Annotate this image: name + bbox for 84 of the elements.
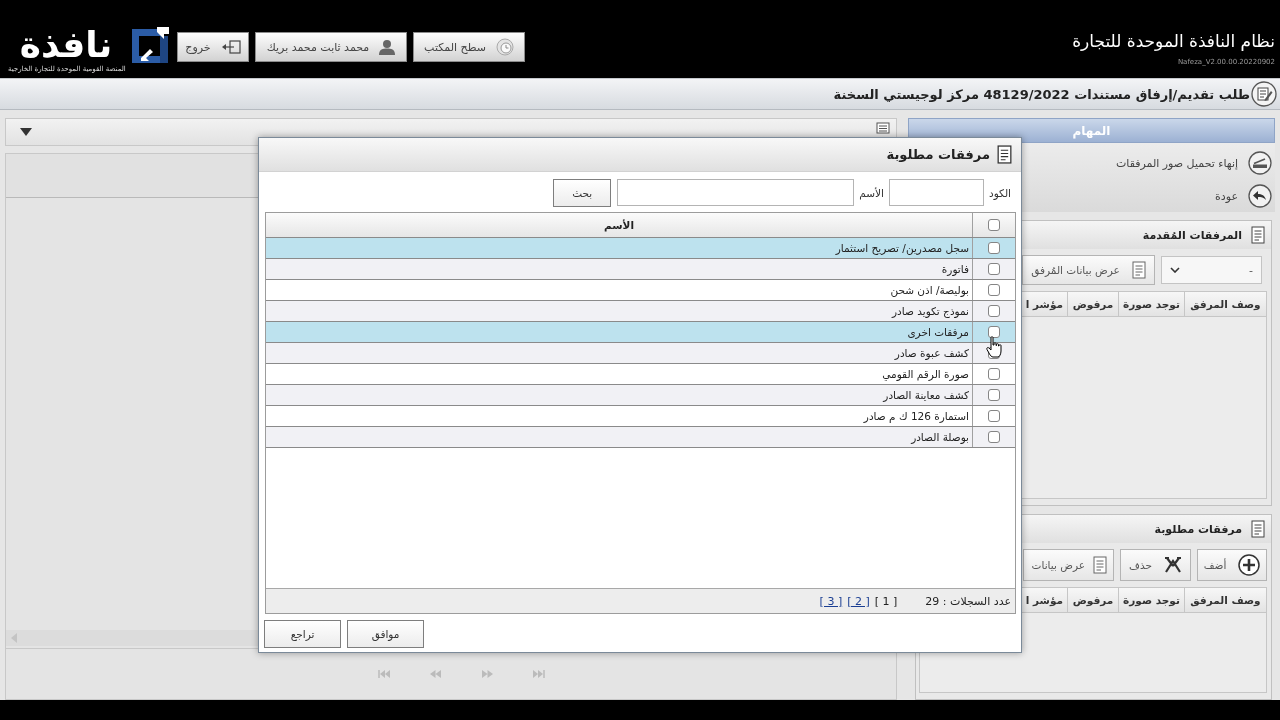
table-row[interactable]: بوصلة الصادر — [266, 427, 1015, 448]
desktop-button[interactable]: سطح المكتب — [413, 32, 525, 62]
checkbox[interactable] — [988, 410, 1000, 422]
back-link[interactable]: عودة — [1215, 184, 1272, 208]
user-silhouette-icon — [379, 39, 396, 55]
column-header: مرفوض — [1067, 291, 1118, 317]
document-icon — [1251, 226, 1265, 244]
column-header: مرفوض — [1067, 587, 1118, 613]
ok-button[interactable]: موافق — [347, 620, 424, 648]
table-row[interactable]: سجل مصدرين/ تصريح استثمار — [266, 238, 1015, 259]
system-title: نظام النافذة الموحدة للتجارة — [1072, 30, 1275, 52]
document-icon — [1251, 520, 1265, 538]
input-field[interactable] — [889, 179, 984, 206]
table-row[interactable]: استمارة 126 ك م صادر — [266, 406, 1015, 427]
column-header: مؤشر ا — [1021, 587, 1067, 613]
checkbox[interactable] — [988, 368, 1000, 380]
table-cell: استمارة 126 ك م صادر — [863, 410, 969, 422]
clock-icon — [495, 38, 514, 56]
input-field[interactable] — [617, 179, 855, 206]
hand-cursor-icon — [986, 336, 1002, 358]
view-details-button[interactable]: عرض بيانات المُرفق — [1022, 255, 1155, 285]
table-row[interactable]: نموذج تكويد صادر — [266, 301, 1015, 322]
checkbox[interactable] — [988, 389, 1000, 401]
table-cell: كشف عبوة صادر — [894, 347, 969, 359]
table-row[interactable]: مرفقات اخرى — [266, 322, 1015, 343]
user-button[interactable]: محمد ثابت محمد بريك — [255, 32, 407, 62]
logo-text: نافذة — [18, 25, 114, 65]
table-cell: كشف معاينة الصادر — [883, 389, 969, 401]
table-row[interactable]: كشف معاينة الصادر — [266, 385, 1015, 406]
document-icon — [876, 122, 890, 134]
section-title: مرفقات مطلوبة — [1154, 522, 1242, 536]
view-details-button[interactable]: عرض بيانات — [1023, 549, 1114, 581]
panel-title: المهام — [1072, 123, 1111, 138]
field-label: الكود — [989, 186, 1011, 199]
table-row[interactable]: فاتورة — [266, 259, 1015, 280]
column-header: مؤشر ا — [1021, 291, 1067, 317]
field-label: الأسم — [859, 186, 884, 199]
table-row[interactable]: بوليصة/ اذن شحن — [266, 280, 1015, 301]
table-cell: بوليصة/ اذن شحن — [890, 284, 969, 296]
checkbox[interactable] — [988, 242, 1000, 254]
column-header: وصف المرفق — [1184, 587, 1267, 613]
page-link[interactable]: [ 2 ] — [847, 594, 870, 608]
logo-mark — [130, 25, 170, 65]
checkbox[interactable] — [988, 263, 1000, 275]
column-header: توجد صورة — [1118, 291, 1184, 317]
section-title: المرفقات المُقدمة — [1142, 228, 1242, 242]
exit-icon — [220, 40, 241, 54]
task-link[interactable]: إنهاء تحميل صور المرفقات — [1115, 151, 1272, 175]
exit-button[interactable]: خروج — [177, 32, 249, 62]
current-page[interactable]: [ 1 ] — [874, 594, 898, 608]
record-count: عدد السجلات : 29 — [925, 594, 1011, 608]
table-row[interactable]: صورة الرقم القومي — [266, 364, 1015, 385]
page-title: طلب تقديم/إرفاق مستندات 48129/2022 مركز لوجيستي السخنة — [833, 86, 1250, 102]
table-row[interactable]: كشف عبوة صادر — [266, 343, 1015, 364]
caret-down-icon[interactable] — [20, 128, 32, 136]
edit-document-icon — [1251, 81, 1277, 107]
table-cell: مرفقات اخرى — [907, 326, 969, 338]
plus-circle-icon — [1238, 554, 1261, 576]
checkbox[interactable] — [988, 326, 1000, 338]
cancel-button[interactable]: تراجع — [264, 620, 341, 648]
table-cell: بوصلة الصادر — [911, 431, 969, 443]
search-button[interactable]: بحث — [553, 178, 612, 207]
table-cell: سجل مصدرين/ تصريح استثمار — [835, 242, 969, 254]
column-header: وصف المرفق — [1184, 291, 1267, 317]
checkbox[interactable] — [988, 219, 1000, 231]
chevron-down-icon — [1170, 267, 1180, 273]
cross-icon — [1163, 556, 1182, 574]
column-header: توجد صورة — [1118, 587, 1184, 613]
checkbox[interactable] — [988, 305, 1000, 317]
document-icon — [1131, 261, 1146, 279]
table-cell: صورة الرقم القومي — [882, 368, 969, 380]
select-field[interactable]: - — [1161, 256, 1262, 284]
checkbox[interactable] — [988, 284, 1000, 296]
scanner-icon — [1248, 151, 1272, 175]
table-cell: نموذج تكويد صادر — [892, 305, 969, 317]
checkbox[interactable] — [988, 431, 1000, 443]
column-header: الأسم — [604, 219, 634, 231]
delete-button[interactable]: حذف — [1120, 549, 1191, 581]
document-icon — [1093, 556, 1107, 574]
page-link[interactable]: [ 3 ] — [819, 594, 843, 608]
document-icon — [997, 145, 1012, 164]
table-cell: فاتورة — [941, 263, 969, 275]
add-button[interactable]: أضف — [1197, 549, 1267, 581]
dialog-title: مرفقات مطلوبة — [886, 147, 990, 162]
